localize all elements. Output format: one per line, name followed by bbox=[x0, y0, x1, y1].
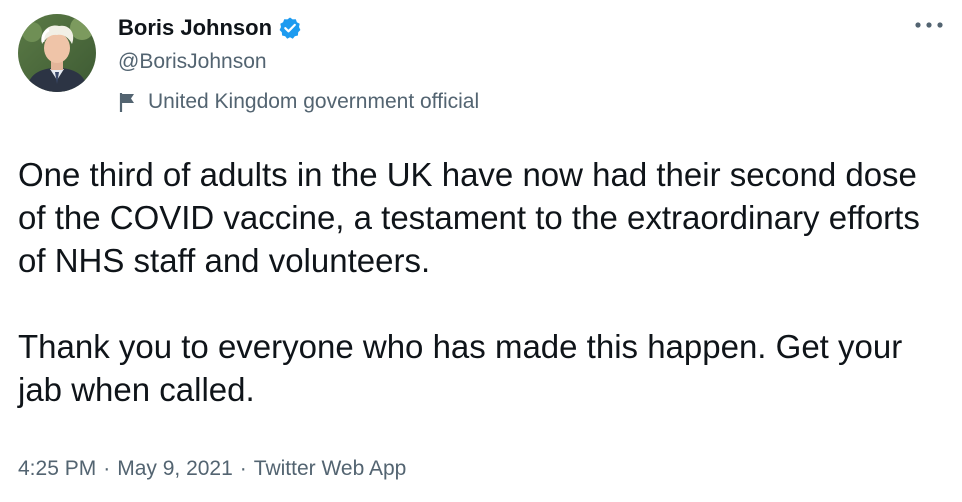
tweet-paragraph-1: One third of adults in the UK have now h… bbox=[18, 156, 920, 279]
name-row: Boris Johnson bbox=[118, 12, 302, 44]
tweet-source[interactable]: Twitter Web App bbox=[254, 457, 407, 481]
tweet-card: Boris Johnson @BorisJohnson United Kingd… bbox=[0, 0, 962, 502]
flag-icon bbox=[118, 91, 138, 113]
handle[interactable]: @BorisJohnson bbox=[118, 48, 302, 76]
meta-separator: · bbox=[103, 457, 111, 480]
tweet-time[interactable]: 4:25 PM bbox=[18, 457, 96, 481]
tweet-date[interactable]: May 9, 2021 bbox=[117, 457, 233, 481]
tweet-paragraph-2: Thank you to everyone who has made this … bbox=[18, 328, 903, 408]
avatar[interactable] bbox=[18, 14, 96, 92]
meta-separator: · bbox=[239, 457, 247, 480]
profile-photo-icon bbox=[18, 14, 96, 92]
tweet-text: One third of adults in the UK have now h… bbox=[18, 153, 948, 411]
tweet-header: Boris Johnson @BorisJohnson bbox=[118, 12, 302, 76]
verified-badge-icon bbox=[278, 16, 302, 40]
tweet-meta: 4:25 PM · May 9, 2021 · Twitter Web App bbox=[18, 454, 406, 484]
more-icon bbox=[915, 22, 943, 28]
government-label[interactable]: United Kingdom government official bbox=[118, 88, 479, 116]
display-name[interactable]: Boris Johnson bbox=[118, 15, 272, 41]
government-label-text: United Kingdom government official bbox=[148, 90, 480, 113]
more-button[interactable] bbox=[912, 14, 946, 36]
